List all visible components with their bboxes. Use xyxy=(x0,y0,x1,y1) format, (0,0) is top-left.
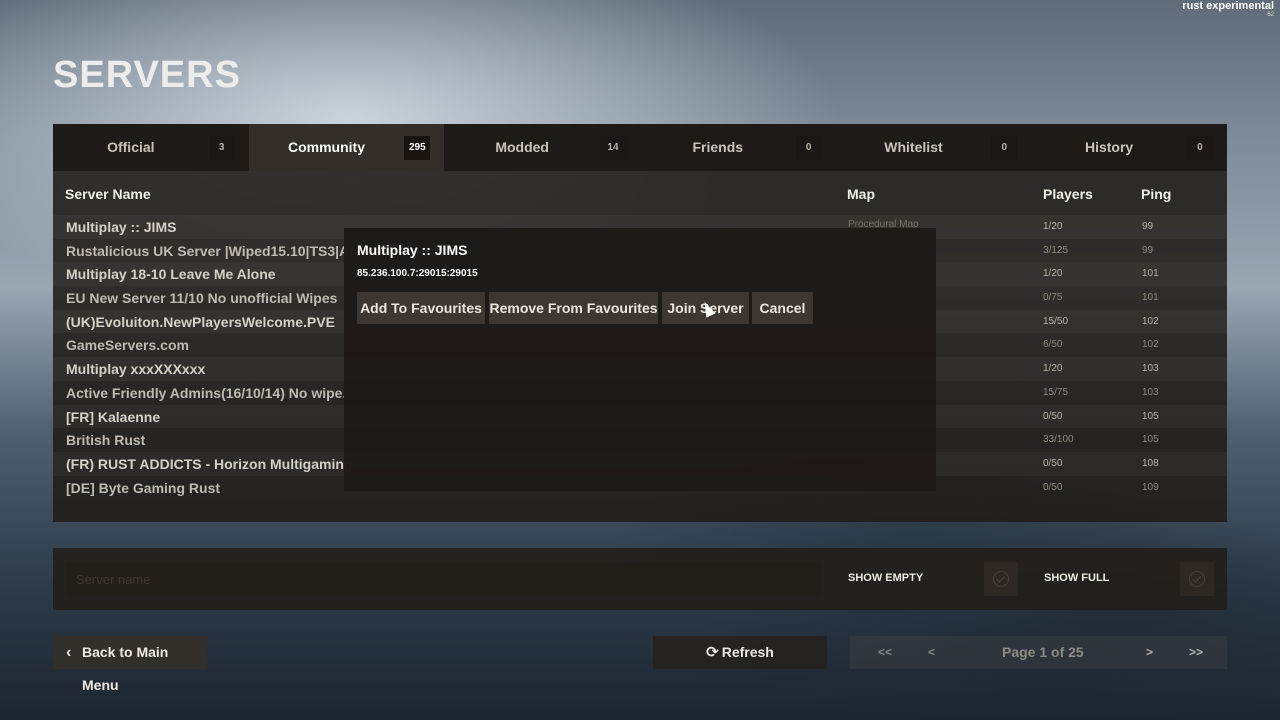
build-info: rust experimental 62 xyxy=(1182,0,1274,19)
server-ping: 99 xyxy=(1142,244,1154,256)
tab-count-badge: 0 xyxy=(991,136,1018,160)
server-ping: 109 xyxy=(1142,481,1159,493)
back-button-label: Back to Main Menu xyxy=(82,644,169,693)
server-name: EU New Server 11/10 No unofficial Wipes xyxy=(66,290,338,307)
build-version: 62 xyxy=(1267,12,1274,18)
tab-friends[interactable]: Friends 0 xyxy=(640,124,836,171)
back-to-main-menu-button[interactable]: ‹ Back to Main Menu xyxy=(53,636,207,693)
server-ping: 102 xyxy=(1142,315,1159,327)
refresh-icon: ⟳ xyxy=(706,644,719,661)
pagination: << < Page 1 of 25 > >> xyxy=(850,636,1227,669)
dialog-server-title: Multiplay :: JIMS xyxy=(357,242,468,258)
server-ping: 103 xyxy=(1142,386,1159,398)
filter-bar: SHOW EMPTY SHOW FULL xyxy=(53,548,1227,610)
show-full-label: SHOW FULL xyxy=(1044,572,1110,584)
server-name: Rustalicious UK Server |Wiped15.10|TS3|A… xyxy=(66,242,382,259)
server-players: 0/50 xyxy=(1043,457,1063,469)
dialog-server-address: 85.236.100.7:29015:29015 xyxy=(357,268,478,279)
server-ping: 103 xyxy=(1142,363,1159,375)
server-name: (UK)Evoluiton.NewPlayersWelcome.PVE xyxy=(66,313,335,330)
tab-count-badge: 3 xyxy=(208,136,235,160)
server-ping: 105 xyxy=(1142,434,1159,446)
server-name: Multiplay xxxXXXxxx xyxy=(66,361,206,378)
column-header-map[interactable]: Map xyxy=(847,186,875,202)
show-full-toggle[interactable] xyxy=(1180,562,1214,596)
server-name: Multiplay 18-10 Leave Me Alone xyxy=(66,266,276,283)
server-name: GameServers.com xyxy=(66,337,189,354)
server-name-search-input[interactable] xyxy=(66,562,822,596)
tab-label: History xyxy=(1084,139,1134,155)
tab-community[interactable]: Community 295 xyxy=(248,124,445,171)
show-empty-toggle[interactable] xyxy=(984,562,1018,596)
refresh-button[interactable]: ⟳ Refresh xyxy=(653,636,827,669)
server-players: 1/20 xyxy=(1043,268,1063,280)
server-ping: 101 xyxy=(1142,268,1159,280)
show-empty-label: SHOW EMPTY xyxy=(848,572,924,584)
server-name: [DE] Byte Gaming Rust xyxy=(66,479,221,496)
server-players: 6/50 xyxy=(1043,339,1063,351)
server-players: 15/75 xyxy=(1043,386,1069,398)
server-ping: 99 xyxy=(1142,221,1154,232)
tab-label: Modded xyxy=(495,139,549,155)
tab-history[interactable]: History 0 xyxy=(1031,124,1227,171)
column-header-ping[interactable]: Ping xyxy=(1141,186,1171,202)
last-page-button[interactable]: >> xyxy=(1189,636,1203,669)
tab-modded[interactable]: Modded 14 xyxy=(444,124,640,171)
server-players: 0/50 xyxy=(1043,481,1063,493)
server-players: 33/100 xyxy=(1043,434,1074,446)
server-players: 1/20 xyxy=(1043,363,1063,375)
cancel-button[interactable]: Cancel xyxy=(752,292,813,324)
check-circle-icon xyxy=(993,571,1009,587)
server-players: 0/75 xyxy=(1043,292,1063,304)
server-ping: 102 xyxy=(1142,339,1159,351)
server-ping: 101 xyxy=(1142,292,1159,304)
server-name: [FR] Kalaenne xyxy=(66,408,161,425)
tab-whitelist[interactable]: Whitelist 0 xyxy=(836,124,1032,171)
remove-from-favourites-button[interactable]: Remove From Favourites xyxy=(489,292,658,324)
refresh-label: Refresh xyxy=(721,644,774,660)
server-name: Multiplay :: JIMS xyxy=(66,219,177,235)
tab-count-badge: 14 xyxy=(599,136,626,160)
tab-label: Official xyxy=(107,139,155,155)
server-players: 0/50 xyxy=(1043,410,1063,422)
server-name: Active Friendly Admins(16/10/14) No wipe… xyxy=(66,384,347,401)
tab-label: Friends xyxy=(692,139,744,155)
tab-count-badge: 295 xyxy=(404,136,431,160)
build-name: rust experimental xyxy=(1182,0,1274,12)
tab-count-badge: 0 xyxy=(1186,136,1213,160)
tab-bar: Official 3 Community 295 Modded 14 Frien… xyxy=(53,124,1227,171)
page-title: SERVERS xyxy=(53,54,241,96)
page-indicator: Page 1 of 25 xyxy=(1002,644,1084,660)
server-ping: 108 xyxy=(1142,457,1159,469)
tab-label: Community xyxy=(287,139,365,155)
server-players: 1/20 xyxy=(1043,221,1063,232)
tab-label: Whitelist xyxy=(884,139,943,155)
check-circle-icon xyxy=(1189,571,1205,587)
tab-count-badge: 0 xyxy=(795,136,822,160)
server-players: 3/125 xyxy=(1043,244,1069,256)
column-header-server-name[interactable]: Server Name xyxy=(65,186,151,202)
server-action-dialog: Multiplay :: JIMS 85.236.100.7:29015:290… xyxy=(344,228,936,491)
server-players: 15/50 xyxy=(1043,315,1069,327)
server-name: British Rust xyxy=(66,432,146,449)
previous-page-button[interactable]: < xyxy=(928,636,935,669)
add-to-favourites-button[interactable]: Add To Favourites xyxy=(357,292,485,324)
next-page-button[interactable]: > xyxy=(1146,636,1153,669)
column-header-players[interactable]: Players xyxy=(1043,186,1093,202)
first-page-button[interactable]: << xyxy=(878,636,892,669)
server-ping: 105 xyxy=(1142,410,1159,422)
chevron-left-icon: ‹ xyxy=(66,644,72,661)
server-name: (FR) RUST ADDICTS - Horizon Multigaming xyxy=(66,455,353,472)
tab-official[interactable]: Official 3 xyxy=(53,124,249,171)
